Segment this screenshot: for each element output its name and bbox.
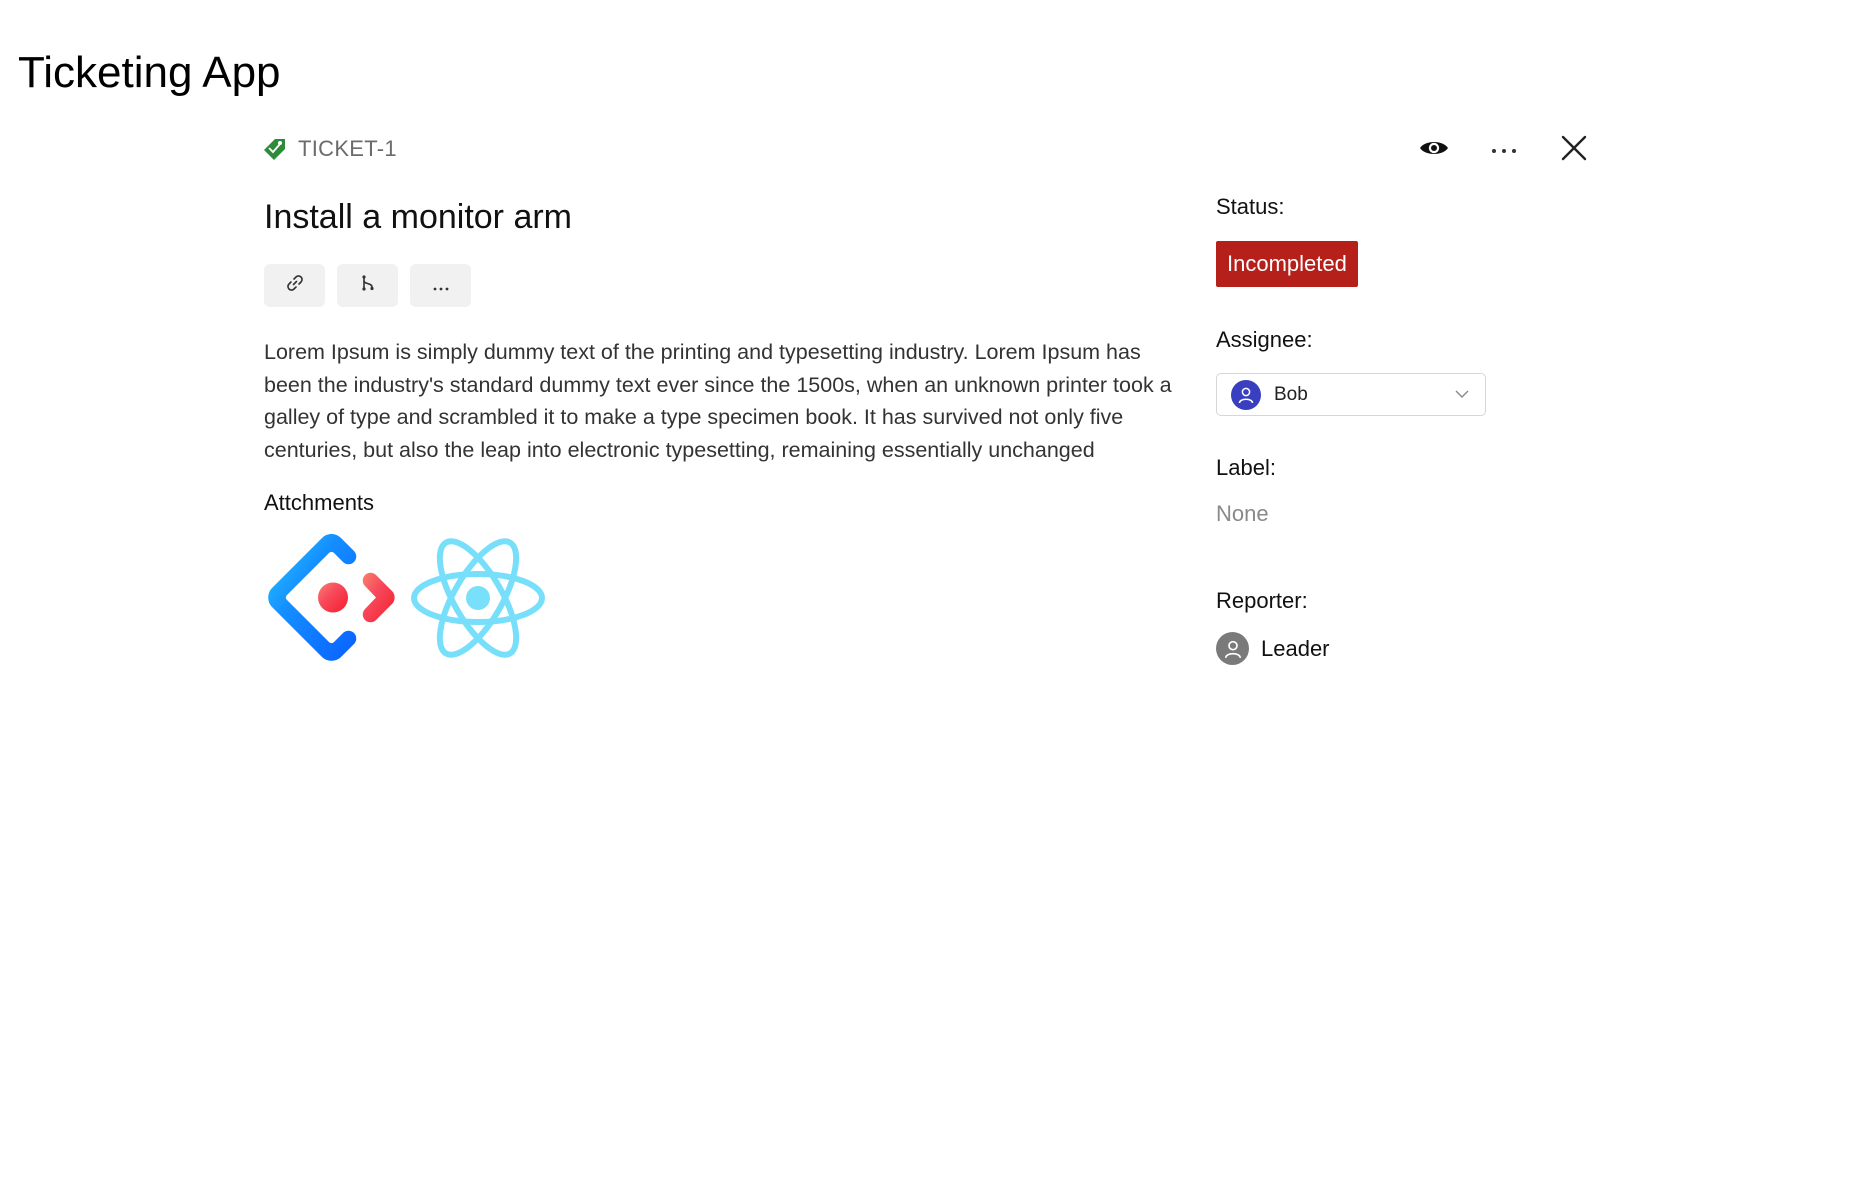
reporter-name: Leader [1261, 635, 1330, 661]
more-horizontal-icon [433, 275, 449, 296]
more-actions-button[interactable] [1484, 132, 1524, 168]
chevron-down-icon [1453, 386, 1471, 404]
more-options-button[interactable] [410, 264, 471, 307]
watch-button[interactable] [1414, 132, 1454, 168]
status-label: Status: [1216, 194, 1285, 219]
attachment-item[interactable] [410, 532, 546, 668]
status-badge[interactable]: Incompleted [1216, 241, 1358, 287]
copy-link-button[interactable] [264, 264, 325, 307]
assignee-select[interactable]: Bob [1216, 373, 1486, 416]
branch-button[interactable] [337, 264, 398, 307]
ticket-description[interactable]: Lorem Ipsum is simply dummy text of the … [264, 336, 1184, 466]
more-horizontal-icon [1491, 141, 1517, 159]
attachments-list [264, 532, 546, 668]
tag-icon [264, 137, 286, 161]
branch-icon [359, 274, 377, 297]
reporter[interactable]: Leader [1216, 632, 1330, 665]
close-button[interactable] [1554, 132, 1594, 168]
ant-design-logo [264, 530, 400, 671]
user-icon [1238, 387, 1254, 403]
ticket-title[interactable]: Install a monitor arm [264, 198, 572, 237]
label-field-label: Label: [1216, 455, 1276, 480]
close-icon [1561, 135, 1587, 166]
user-icon [1224, 640, 1241, 658]
avatar [1216, 632, 1249, 665]
ticket-actions [1414, 132, 1594, 168]
ticket-toolbar [264, 264, 471, 307]
attachments-heading: Attchments [264, 490, 375, 515]
assignee-name: Bob [1274, 383, 1308, 405]
reporter-label: Reporter: [1216, 588, 1308, 613]
attachment-item[interactable] [264, 532, 400, 668]
react-logo [410, 530, 546, 671]
ticket-key[interactable]: TICKET-1 [298, 136, 397, 162]
avatar [1231, 379, 1261, 410]
app-title: Ticketing App [18, 48, 281, 97]
link-icon [286, 274, 304, 297]
ticket-key-row: TICKET-1 [264, 136, 397, 162]
eye-icon [1419, 138, 1449, 163]
assignee-label: Assignee: [1216, 327, 1313, 352]
label-value[interactable]: None [1216, 501, 1269, 527]
